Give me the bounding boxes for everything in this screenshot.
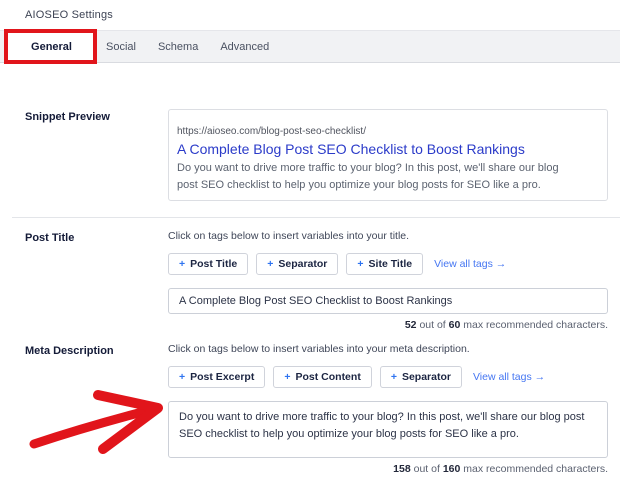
meta-description-section: Meta Description Click on tags below to … — [25, 343, 608, 475]
post-title-input[interactable] — [168, 288, 608, 314]
plus-icon: + — [179, 258, 186, 270]
tag-button-separator[interactable]: + Separator — [256, 253, 339, 275]
meta-description-textarea[interactable]: Do you want to drive more traffic to you… — [168, 401, 608, 458]
snippet-preview-label: Snippet Preview — [25, 111, 110, 123]
tab-general[interactable]: General — [8, 31, 95, 62]
section-divider — [12, 217, 620, 218]
tag-button-label: Post Title — [190, 258, 238, 270]
page-title: AIOSEO Settings — [25, 9, 113, 21]
tab-social[interactable]: Social — [95, 31, 147, 62]
plus-icon: + — [179, 371, 186, 383]
snippet-preview-card: https://aioseo.com/blog-post-seo-checkli… — [168, 109, 608, 201]
snippet-title: A Complete Blog Post SEO Checklist to Bo… — [177, 141, 525, 157]
view-all-tags-link[interactable]: View all tags → — [473, 371, 545, 383]
tag-button-label: Site Title — [368, 258, 413, 270]
tag-button-site-title[interactable]: + Site Title — [346, 253, 424, 275]
tag-button-label: Separator — [278, 258, 328, 270]
tab-schema[interactable]: Schema — [147, 31, 209, 62]
view-all-tags-link[interactable]: View all tags → — [434, 258, 506, 270]
post-title-helper-text: Click on tags below to insert variables … — [168, 230, 410, 242]
tag-button-separator[interactable]: + Separator — [379, 366, 462, 388]
plus-icon: + — [284, 371, 291, 383]
snippet-url: https://aioseo.com/blog-post-seo-checkli… — [177, 126, 366, 137]
post-title-label: Post Title — [25, 232, 75, 244]
tag-button-post-content[interactable]: + Post Content — [273, 366, 372, 388]
tab-advanced[interactable]: Advanced — [209, 31, 280, 62]
meta-description-tags-row: + Post Excerpt + Post Content + Separato… — [168, 366, 608, 388]
tab-bar: General Social Schema Advanced — [0, 30, 620, 63]
plus-icon: + — [390, 371, 397, 383]
snippet-description: Do you want to drive more traffic to you… — [177, 162, 559, 191]
tag-button-post-title[interactable]: + Post Title — [168, 253, 249, 275]
post-title-section: Post Title Click on tags below to insert… — [25, 230, 608, 331]
post-title-tags-row: + Post Title + Separator + Site Title Vi… — [168, 253, 608, 275]
meta-description-helper-text: Click on tags below to insert variables … — [168, 343, 470, 355]
post-title-char-count: 52 out of 60 max recommended characters. — [404, 319, 608, 331]
tag-button-label: Post Excerpt — [190, 371, 255, 383]
snippet-preview-section: Snippet Preview https://aioseo.com/blog-… — [25, 109, 608, 201]
titlebar: AIOSEO Settings — [0, 0, 620, 30]
plus-icon: + — [357, 258, 364, 270]
meta-description-char-count: 158 out of 160 max recommended character… — [393, 463, 608, 475]
tag-button-post-excerpt[interactable]: + Post Excerpt — [168, 366, 266, 388]
aioseo-settings-panel: AIOSEO Settings General Social Schema Ad… — [0, 0, 620, 480]
plus-icon: + — [267, 258, 274, 270]
tag-button-label: Post Content — [295, 371, 361, 383]
meta-description-label: Meta Description — [25, 345, 114, 357]
tag-button-label: Separator — [401, 371, 451, 383]
settings-content: Snippet Preview https://aioseo.com/blog-… — [0, 109, 620, 475]
